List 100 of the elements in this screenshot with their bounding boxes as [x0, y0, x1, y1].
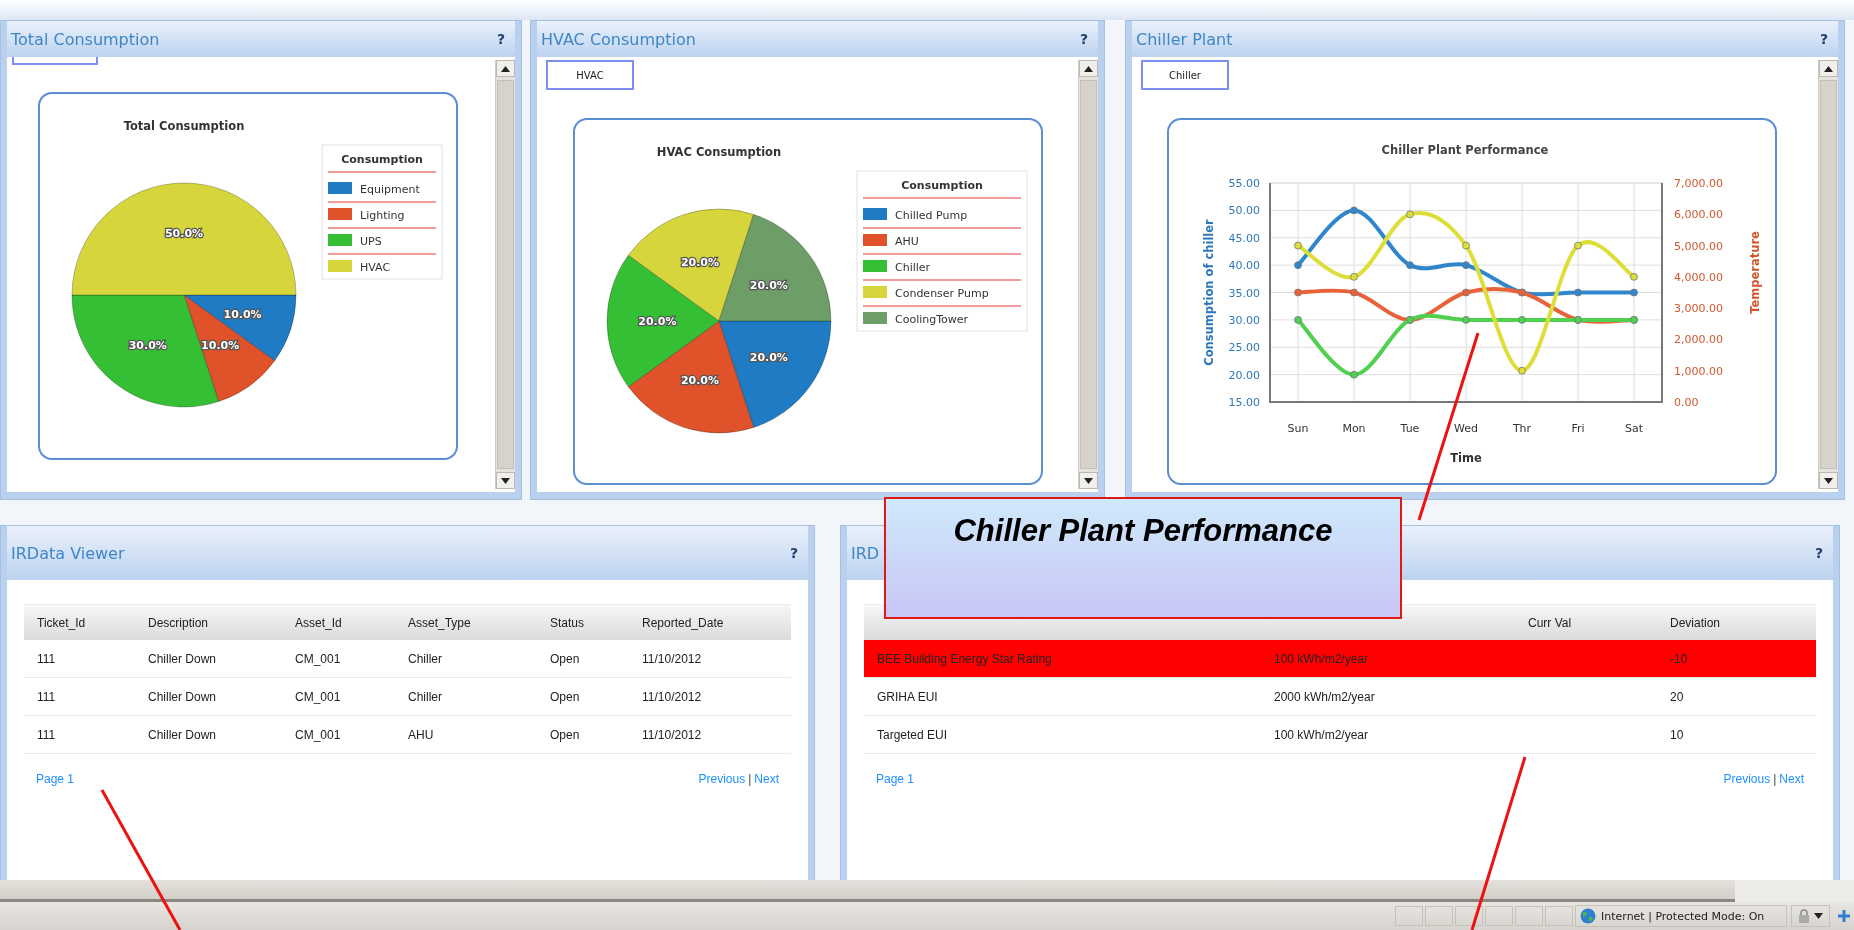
chart-title: HVAC Consumption — [656, 145, 782, 159]
scroll-thumb[interactable] — [1080, 80, 1097, 469]
table-cell-text: 111 — [37, 689, 57, 704]
column-header[interactable]: Asset_Id — [295, 615, 408, 630]
axis-tick-label: Mon — [1342, 422, 1366, 435]
selector-tab[interactable]: Chiller — [1141, 60, 1229, 90]
data-point — [1406, 261, 1414, 270]
column-header[interactable]: Status — [550, 615, 642, 630]
legend-swatch — [863, 312, 887, 324]
data-point — [1518, 316, 1526, 324]
column-header[interactable]: Description — [148, 615, 295, 630]
data-point — [1294, 288, 1302, 297]
axis-tick-label: Sun — [1287, 422, 1309, 435]
axis-tick-label: Wed — [1454, 422, 1478, 435]
axis-tick-label: 7,000.00 — [1674, 177, 1723, 190]
panel-title: HVAC Consumption — [541, 29, 696, 49]
table-row[interactable]: Targeted EUI 100 kWh/m2/year 10 — [864, 716, 1816, 754]
table-cell-text: Chiller — [408, 651, 443, 666]
legend-swatch — [328, 260, 352, 272]
panel-title: IRD — [851, 543, 880, 563]
help-link[interactable]: ? — [496, 31, 505, 47]
selector-tab[interactable] — [12, 57, 98, 65]
link-separator: | — [748, 772, 752, 786]
help-link[interactable]: ? — [1814, 545, 1823, 561]
scroll-up-button[interactable] — [1819, 60, 1838, 77]
legend-title: Consumption — [901, 179, 983, 192]
legend-label[interactable]: Equipment — [360, 183, 420, 196]
table-cell-text: Open — [550, 651, 581, 666]
legend-label[interactable]: Chilled Pump — [895, 209, 968, 222]
scroll-thumb[interactable] — [497, 80, 514, 469]
data-label: 50.0% — [164, 227, 204, 241]
legend-swatch — [863, 234, 887, 246]
globe-icon — [1580, 908, 1596, 924]
vertical-scrollbar[interactable] — [1818, 60, 1838, 489]
axis-tick-label: 6,000.00 — [1674, 208, 1723, 222]
axis-tick-label: Sat — [1625, 422, 1643, 435]
selector-tab[interactable]: HVAC — [546, 60, 634, 90]
legend-label[interactable]: HVAC — [360, 261, 391, 274]
table-cell-text: CM_001 — [295, 651, 342, 666]
callout-box: Chiller Plant Performance — [884, 497, 1402, 619]
axis-tick-label: 35.00 — [1228, 286, 1260, 300]
data-point — [1630, 288, 1638, 297]
down-arrow-icon — [1824, 477, 1833, 484]
table-row[interactable]: GRIHA EUI 2000 kWh/m2/year 20 — [864, 678, 1816, 716]
legend-label[interactable]: Chiller — [895, 261, 931, 274]
table-row[interactable]: 111 Chiller Down CM_001 AHU Open 11/10/2012 — [24, 716, 791, 754]
table-row[interactable]: 111 Chiller Down CM_001 Chiller Open 11/10/2012 — [24, 678, 791, 716]
axis-tick-label: Fri — [1571, 422, 1585, 435]
chart-title: Chiller Plant Performance — [1381, 143, 1549, 157]
legend-label[interactable]: Condenser Pump — [895, 287, 989, 300]
table-cell-text: Chiller — [408, 689, 443, 704]
legend-label[interactable]: CoolingTower — [895, 313, 969, 326]
column-header[interactable]: Reported_Date — [642, 615, 791, 630]
data-point — [1350, 206, 1358, 215]
legend-swatch — [863, 260, 887, 272]
table-cell-text: -10 — [1670, 651, 1689, 666]
table-row[interactable]: 111 Chiller Down CM_001 Chiller Open 11/10/2012 — [24, 640, 791, 678]
axis-tick-label: 2,000.00 — [1674, 333, 1723, 347]
zoom-icon[interactable] — [1836, 908, 1852, 924]
column-header[interactable]: Curr Val — [1528, 615, 1670, 630]
data-label: 20.0% — [680, 256, 720, 270]
table-cell-text: BEE Building Energy Star Rating — [877, 651, 1053, 666]
column-header[interactable]: Deviation — [1670, 615, 1816, 630]
help-link[interactable]: ? — [1819, 31, 1828, 47]
table-row[interactable]: BEE Building Energy Star Rating 100 kWh/m2/year -10 — [864, 640, 1816, 678]
legend-swatch — [328, 182, 352, 194]
data-point — [1462, 241, 1470, 250]
up-arrow-icon — [1084, 65, 1093, 72]
axis-tick-label: 30.00 — [1228, 313, 1260, 327]
vertical-scrollbar[interactable] — [1078, 60, 1098, 489]
data-point — [1350, 288, 1358, 297]
chart-title: Total Consumption — [123, 119, 245, 133]
scroll-down-button[interactable] — [496, 472, 515, 489]
scroll-down-button[interactable] — [1079, 472, 1098, 489]
zone-pane[interactable]: Internet | Protected Mode: On — [1575, 905, 1787, 927]
vertical-scrollbar[interactable] — [495, 60, 515, 489]
caret-icon — [1814, 913, 1823, 919]
table-cell-text: GRIHA EUI — [877, 689, 939, 704]
data-point — [1462, 261, 1470, 270]
data-point — [1294, 316, 1302, 324]
axis-tick-label: 50.00 — [1228, 204, 1260, 218]
status-pane — [1545, 906, 1573, 926]
legend-swatch — [328, 234, 352, 246]
security-dropdown[interactable] — [1791, 905, 1830, 927]
help-link[interactable]: ? — [789, 545, 798, 561]
help-link[interactable]: ? — [1079, 31, 1088, 47]
legend-label[interactable]: Lighting — [360, 209, 405, 222]
legend-label[interactable]: UPS — [360, 235, 382, 248]
legend-swatch — [863, 208, 887, 220]
axis-tick-label: 1,000.00 — [1674, 364, 1723, 378]
column-header[interactable]: Ticket_Id — [37, 615, 148, 630]
data-label: 20.0% — [749, 278, 788, 292]
scroll-up-button[interactable] — [496, 60, 515, 77]
legend-label[interactable]: AHU — [895, 235, 919, 248]
up-arrow-icon — [501, 65, 510, 72]
scroll-up-button[interactable] — [1079, 60, 1098, 77]
scroll-thumb[interactable] — [1820, 80, 1837, 469]
column-header[interactable]: Asset_Type — [408, 615, 550, 630]
axis-tick-label: 55.00 — [1228, 177, 1260, 190]
scroll-down-button[interactable] — [1819, 472, 1838, 489]
